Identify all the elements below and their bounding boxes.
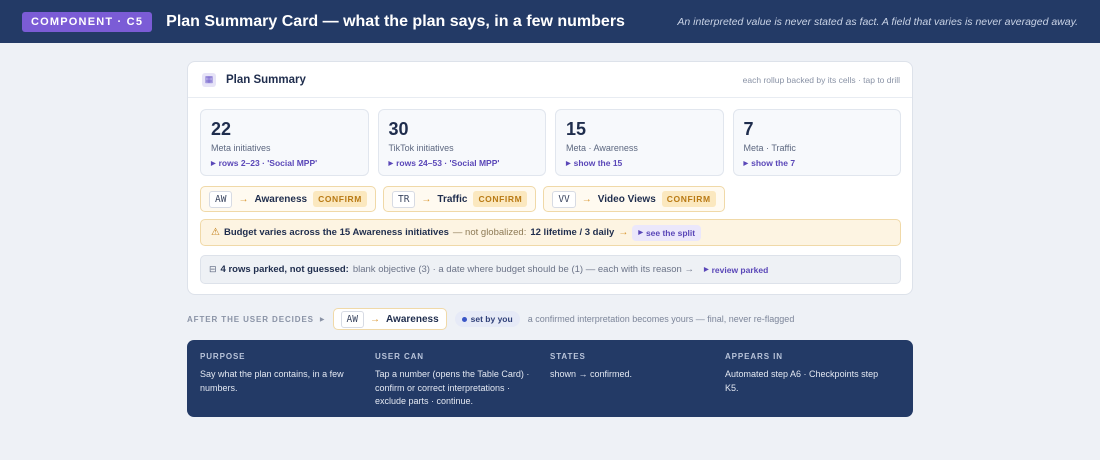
stat-number: 30 [388,119,409,139]
caret-right-icon: ▶ [211,160,216,167]
stat-number: 7 [743,119,754,139]
caret-right-icon: ▶ [388,160,394,167]
stat-drill-link[interactable]: ▶ show the 7 [744,158,891,168]
info-heading: USER CAN [375,352,424,361]
source-code: VV [552,190,576,208]
stat-drill-link[interactable]: ▶ show the 15 [566,158,713,168]
parked-rows-banner: ⊟ 4 rows parked, not guessed: blank obje… [200,255,901,284]
budget-warning-banner: ⚠ Budget varies across the 15 Awareness … [200,219,901,246]
stat-drill-link[interactable]: ▶ rows 24–53 · 'Social MPP' [389,158,536,168]
caret-right-icon: ▶ [703,267,709,273]
stat-label: TikTok initiatives [388,143,454,153]
stat-tile-meta-awareness[interactable]: 15 Meta · Awareness ▶ show the 15 [555,109,724,176]
info-column-user-can: USER CAN Tap a number (opens the Table C… [375,352,550,406]
card-title: Plan Summary [226,73,306,86]
component-badge: COMPONENT · C5 [22,11,153,32]
arrow-right-icon: → [238,193,249,205]
arrow-right-icon: → [581,193,592,205]
stat-link-text: show the 7 [751,158,796,168]
confirm-button[interactable]: CONFIRM [473,191,528,207]
info-body: shown → confirmed. [550,369,633,379]
source-code: AW [209,190,233,208]
warning-icon: ⚠ [211,227,220,238]
caret-right-icon: ▶ [319,316,325,323]
warning-title: Budget varies across the 15 Awareness in… [223,227,449,238]
see-split-link[interactable]: ▶ see the split [632,224,702,241]
interpretations-row: AW → Awareness CONFIRM TR → Traffic CONF… [200,186,725,212]
interpretation-target: Awareness [386,313,439,325]
stat-tile-meta-traffic[interactable]: 7 Meta · Traffic ▶ show the 7 [732,109,901,176]
caret-right-icon: ▶ [566,160,571,167]
info-body: Say what the plan contains, in a few num… [200,369,344,393]
arrow-right-icon: → [370,313,380,325]
info-column-states: STATES shown → confirmed. [550,352,725,405]
interpretation-target: Traffic [437,193,468,205]
after-label: AFTER THE USER DECIDES [187,314,314,324]
page-header: COMPONENT · C5 Plan Summary Card — what … [0,0,1100,43]
parked-icon: ⊟ [209,264,217,274]
interpretation-chip-aw: AW → Awareness CONFIRM [200,186,376,212]
source-code: AW [340,310,364,328]
warning-detail: 12 lifetime / 3 daily [530,227,615,238]
caret-right-icon: ▶ [743,160,749,167]
grid-icon: ▦ [202,72,216,87]
info-panel: PURPOSE Say what the plan contains, in a… [187,340,913,417]
page-title: Plan Summary Card — what the plan says, … [166,12,625,30]
card-header: ▦ Plan Summary each rollup backed by its… [188,62,912,98]
info-column-purpose: PURPOSE Say what the plan contains, in a… [200,352,375,405]
after-decision-row: AFTER THE USER DECIDES ▶ AW → Awareness … [187,308,913,330]
review-parked-label: review parked [711,264,769,275]
confirm-button[interactable]: CONFIRM [661,191,716,207]
stat-tile-tiktok[interactable]: 30 TikTok initiatives ▶ rows 24–53 · 'Soc… [377,109,546,176]
info-column-appears-in: APPEARS IN Automated step A6 · Checkpoin… [725,352,900,405]
stat-number: 22 [211,119,232,139]
stat-drill-link[interactable]: ▶ rows 2–23 · 'Social MPP' [211,158,358,168]
info-heading: PURPOSE [200,352,246,361]
source-code: TR [391,190,416,208]
parked-title: 4 rows parked, not guessed: [220,264,349,275]
stat-label: Meta · Traffic [743,143,796,153]
stat-label: Meta initiatives [211,143,271,153]
confirm-button[interactable]: CONFIRM [313,191,367,207]
stat-link-text: rows 24–53 · 'Social MPP' [396,158,500,168]
info-heading: APPEARS IN [725,352,783,361]
after-note: a confirmed interpretation becomes yours… [527,314,795,324]
interpretation-chip-vv: VV → Video Views CONFIRM [543,186,725,212]
stat-link-text: show the 15 [573,158,623,168]
warning-muted: — not globalized: [452,227,527,238]
arrow-right-icon: → [421,193,432,205]
info-body: Tap a number (opens the Table Card) · co… [375,369,530,406]
info-heading: STATES [550,352,586,361]
stats-row: 22 Meta initiatives ▶ rows 2–23 · 'Social… [200,109,901,176]
stat-link-text: rows 2–23 · 'Social MPP' [218,158,318,168]
stat-number: 15 [566,119,587,139]
stat-tile-meta[interactable]: 22 Meta initiatives ▶ rows 2–23 · 'Social… [200,109,369,176]
header-note: An interpreted value is never stated as … [677,15,1078,28]
parked-detail: blank objective (3) · a date where budge… [352,264,694,275]
plan-summary-card: ▦ Plan Summary each rollup backed by its… [187,61,913,295]
interpretation-chip-tr: TR → Traffic CONFIRM [382,186,537,212]
stat-label: Meta · Awareness [566,143,638,153]
review-parked-link[interactable]: ▶ review parked [698,262,774,278]
interpretation-target: Video Views [597,193,656,205]
badge-label: set by you [470,314,513,324]
set-by-you-badge: set by you [454,311,520,327]
see-split-label: see the split [645,227,696,238]
info-body: Automated step A6 · Checkpoints step K5. [725,369,879,393]
dot-icon [461,316,467,322]
interpretation-target: Awareness [254,193,308,205]
confirmed-interpretation-chip: AW → Awareness [332,308,447,330]
caret-right-icon: ▶ [638,230,643,236]
card-hint: each rollup backed by its cells · tap to… [742,74,900,85]
arrow-right-icon: → [618,227,629,238]
